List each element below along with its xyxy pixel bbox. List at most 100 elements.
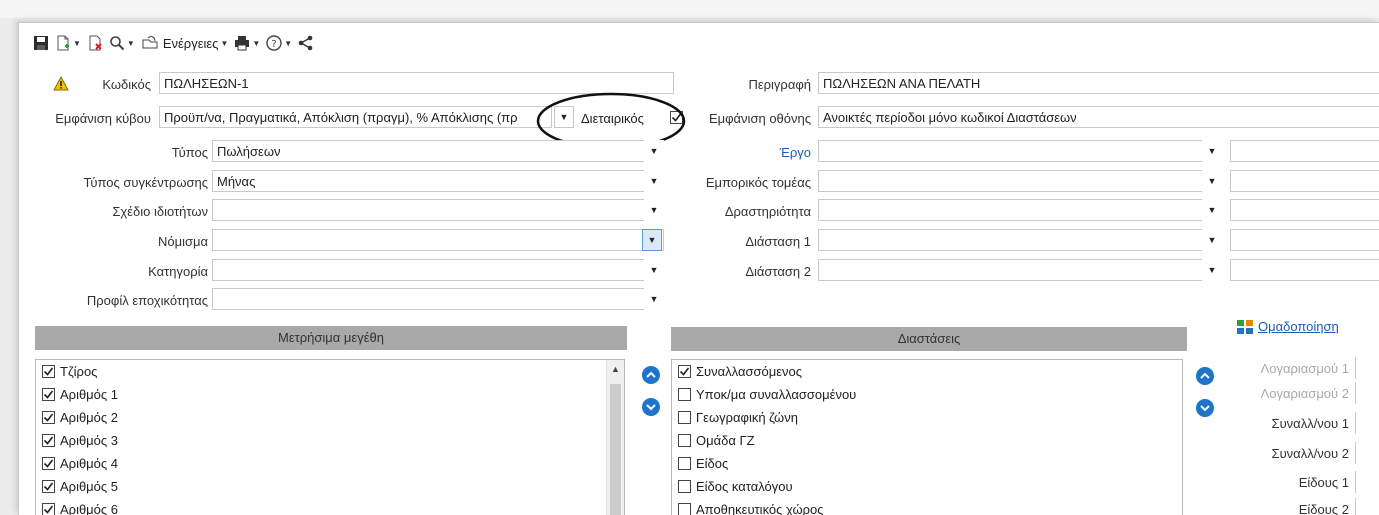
grouping-item-field[interactable] [1355, 442, 1379, 464]
dimension-move-down-button[interactable] [1196, 399, 1214, 417]
list-item[interactable]: Τζίρος [36, 360, 624, 383]
measure-move-up-button[interactable] [642, 366, 660, 384]
list-item[interactable]: Αριθμός 2 [36, 406, 624, 429]
grouping-item-label: Λογαριασμού 1 [1260, 361, 1349, 376]
search-icon [110, 36, 125, 51]
dimension1-dropdown-button[interactable]: ▼ [1202, 229, 1222, 251]
cube-field[interactable]: Προϋπ/να, Πραγματικά, Απόκλιση (πραγμ), … [159, 106, 552, 128]
list-item-checkbox[interactable] [678, 457, 691, 470]
grouping-item-label: Συναλλ/νου 1 [1271, 416, 1349, 431]
activity-dropdown-button[interactable]: ▼ [1202, 199, 1222, 221]
dimension2-dropdown-button[interactable]: ▼ [1202, 259, 1222, 281]
search-button[interactable]: ▼ [109, 35, 135, 51]
project-dropdown-button[interactable]: ▼ [1202, 140, 1222, 162]
dimension2-field[interactable] [818, 259, 1222, 281]
properties-dropdown-button[interactable]: ▼ [644, 199, 664, 221]
project-field[interactable] [818, 140, 1222, 162]
aggregation-dropdown-button[interactable]: ▼ [644, 170, 664, 192]
cube-definition-window: ▼ ▼ Ενέργειες ▼ ▼ ? ▼ Κωδικός ΠΩΛΗΣΕΩΝ-1… [18, 22, 1379, 515]
list-item-label: Αριθμός 2 [60, 410, 119, 425]
dimension1-field[interactable] [818, 229, 1222, 251]
chevron-down-icon: ▼ [1207, 235, 1217, 245]
measures-scrollbar[interactable]: ▲ [606, 360, 624, 515]
description-field[interactable]: ΠΩΛΗΣΕΩΝ ΑΝΑ ΠΕΛΑΤΗ [818, 72, 1379, 94]
dimension1-description-field[interactable] [1230, 229, 1379, 251]
list-item-checkbox[interactable] [42, 457, 55, 470]
chevron-down-icon: ▼ [649, 294, 659, 304]
list-item-checkbox[interactable] [678, 480, 691, 493]
share-button[interactable] [298, 35, 314, 51]
save-button[interactable] [33, 35, 49, 51]
list-item-checkbox[interactable] [42, 503, 55, 515]
currency-dropdown-button[interactable]: ▼ [642, 229, 662, 251]
project-description-field[interactable] [1230, 140, 1379, 162]
sector-dropdown-button[interactable]: ▼ [1202, 170, 1222, 192]
list-item-checkbox[interactable] [678, 411, 691, 424]
check-icon [43, 413, 54, 422]
list-item-checkbox[interactable] [42, 388, 55, 401]
chevron-down-icon: ▼ [1207, 205, 1217, 215]
help-icon: ? [266, 35, 282, 51]
list-item[interactable]: Αριθμός 6 [36, 498, 624, 515]
list-item[interactable]: Ομάδα ΓΖ [672, 429, 1182, 452]
activity-description-field[interactable] [1230, 199, 1379, 221]
screen-display-field[interactable]: Ανοικτές περίοδοι μόνο κωδικοί Διαστάσεω… [818, 106, 1379, 128]
seasonality-field[interactable] [212, 288, 664, 310]
category-field[interactable] [212, 259, 664, 281]
seasonality-dropdown-button[interactable]: ▼ [644, 288, 664, 310]
check-icon [43, 390, 54, 399]
list-item[interactable]: Αριθμός 3 [36, 429, 624, 452]
delete-button[interactable] [87, 35, 103, 51]
help-button[interactable]: ? ▼ [266, 35, 292, 51]
list-item[interactable]: Γεωγραφική ζώνη [672, 406, 1182, 429]
list-item-label: Αριθμός 3 [60, 433, 119, 448]
sector-description-field[interactable] [1230, 170, 1379, 192]
list-item-checkbox[interactable] [42, 480, 55, 493]
grouping-item-field[interactable] [1355, 412, 1379, 434]
sector-field[interactable] [818, 170, 1222, 192]
currency-field[interactable] [212, 229, 664, 251]
dimensions-list: Συναλλασσόμενος Υποκ/μα συναλλασσομένου Γε… [671, 359, 1183, 515]
type-dropdown-button[interactable]: ▼ [644, 140, 664, 162]
measure-move-down-button[interactable] [642, 398, 660, 416]
list-item-checkbox[interactable] [678, 365, 691, 378]
list-item[interactable]: Αριθμός 1 [36, 383, 624, 406]
list-item[interactable]: Αριθμός 4 [36, 452, 624, 475]
grouping-item-field[interactable] [1355, 382, 1379, 404]
print-button[interactable]: ▼ [234, 35, 260, 51]
check-icon [43, 459, 54, 468]
chevron-up-icon[interactable]: ▲ [607, 360, 624, 374]
grouping-link-label[interactable]: Ομαδοποίηση [1258, 319, 1339, 334]
type-field[interactable]: Πωλήσεων [212, 140, 664, 162]
new-button[interactable]: ▼ [55, 35, 81, 51]
list-item[interactable]: Συναλλασσόμενος [672, 360, 1182, 383]
background-strip [0, 0, 1379, 18]
warning-icon [53, 76, 69, 91]
grouping-link[interactable]: Ομαδοποίηση [1237, 319, 1339, 334]
category-dropdown-button[interactable]: ▼ [644, 259, 664, 281]
scrollbar-thumb[interactable] [610, 384, 621, 515]
actions-menu[interactable]: Ενέργειες ▼ [141, 35, 228, 51]
list-item[interactable]: Είδος [672, 452, 1182, 475]
list-item[interactable]: Αριθμός 5 [36, 475, 624, 498]
list-item-checkbox[interactable] [678, 503, 691, 515]
grouping-item-field[interactable] [1355, 357, 1379, 379]
list-item-checkbox[interactable] [42, 434, 55, 447]
list-item-checkbox[interactable] [42, 411, 55, 424]
list-item[interactable]: Υποκ/μα συναλλασσομένου [672, 383, 1182, 406]
project-link[interactable]: Έργο [679, 145, 811, 160]
grouping-item-field[interactable] [1355, 498, 1379, 515]
dimension-move-up-button[interactable] [1196, 367, 1214, 385]
activity-field[interactable] [818, 199, 1222, 221]
dimension2-description-field[interactable] [1230, 259, 1379, 281]
list-item-checkbox[interactable] [678, 434, 691, 447]
list-item[interactable]: Αποθηκευτικός χώρος [672, 498, 1182, 515]
list-item[interactable]: Είδος καταλόγου [672, 475, 1182, 498]
list-item-label: Είδος [696, 456, 729, 471]
properties-field[interactable] [212, 199, 664, 221]
chevron-down-icon: ▼ [1207, 176, 1217, 186]
list-item-checkbox[interactable] [42, 365, 55, 378]
grouping-item-field[interactable] [1355, 471, 1379, 493]
list-item-checkbox[interactable] [678, 388, 691, 401]
aggregation-field[interactable]: Μήνας [212, 170, 664, 192]
